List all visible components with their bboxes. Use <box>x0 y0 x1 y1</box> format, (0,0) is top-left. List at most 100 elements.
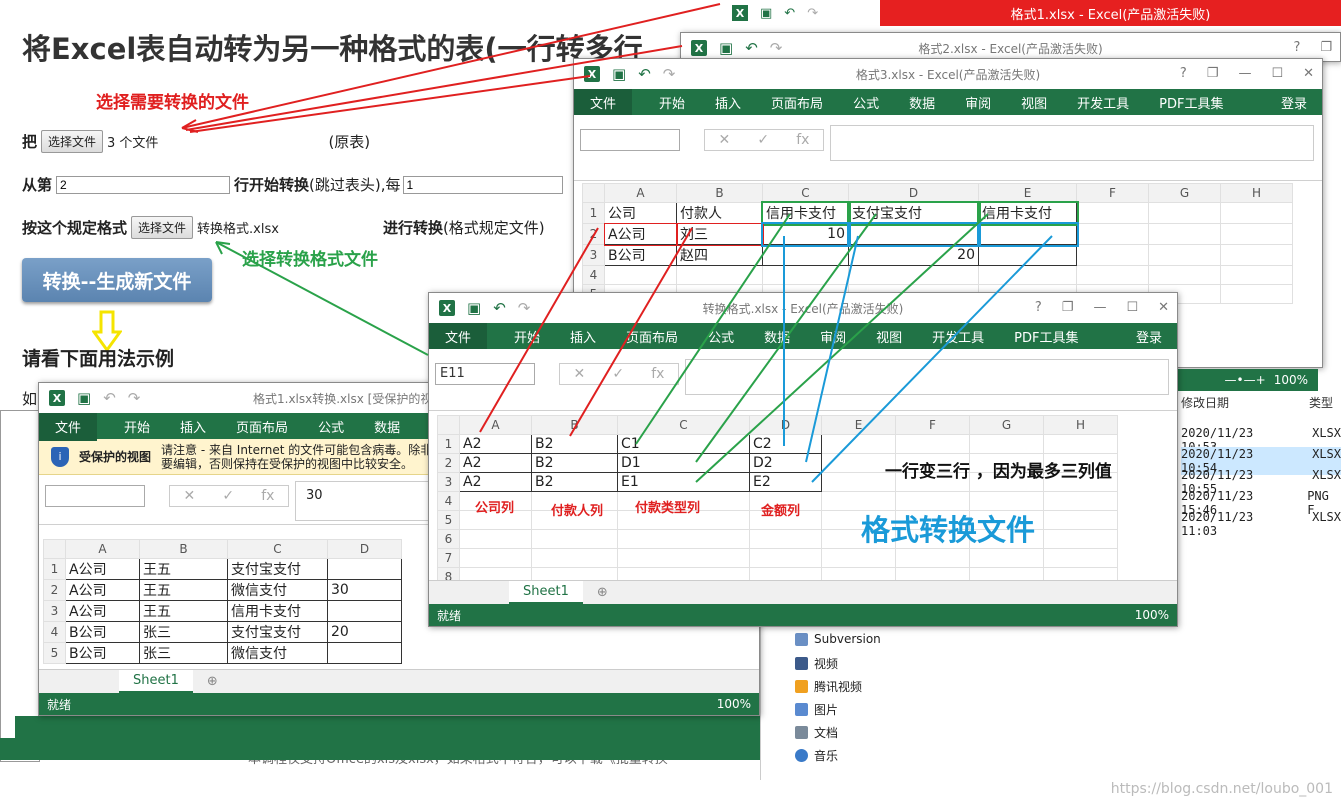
cell[interactable]: 赵四 <box>676 244 763 266</box>
nav-pictures[interactable]: 图片 <box>795 701 838 718</box>
cell[interactable]: 10 <box>760 221 851 247</box>
tab-data[interactable]: 数据 <box>764 327 790 346</box>
maximize-icon[interactable]: ☐ <box>1271 66 1283 81</box>
cell[interactable] <box>1076 244 1149 266</box>
cell[interactable] <box>1220 202 1293 224</box>
name-box[interactable] <box>45 485 145 507</box>
cell[interactable] <box>1076 223 1149 245</box>
tab-insert[interactable]: 插入 <box>715 93 741 112</box>
start-row-input[interactable] <box>56 175 231 194</box>
cell[interactable]: B2 <box>531 434 618 454</box>
tab-data[interactable]: 数据 <box>909 93 935 112</box>
restore-icon[interactable]: ❐ <box>1320 40 1332 55</box>
undo-icon[interactable]: ↶ <box>784 6 795 21</box>
row-header[interactable]: 3 <box>582 244 605 266</box>
nav-music[interactable]: 音乐 <box>795 747 838 764</box>
excel-window-format-spec[interactable]: X ▣ ↶ ↷ 转换格式.xlsx - Excel(产品激活失败) ? ❐ — ☐ ✕ … <box>428 292 1178 627</box>
row-header[interactable]: 6 <box>437 529 460 549</box>
cell[interactable] <box>327 600 402 622</box>
col-header[interactable]: E <box>821 415 896 435</box>
zoom-slider[interactable]: —•—+ <box>1225 373 1266 387</box>
cell[interactable]: B公司 <box>65 621 140 643</box>
tab-formulas[interactable]: 公式 <box>318 417 344 436</box>
rows-per-input[interactable] <box>402 175 563 194</box>
cell[interactable] <box>1220 244 1293 266</box>
cell[interactable] <box>1148 202 1221 224</box>
col-header[interactable]: D <box>749 415 822 435</box>
cell[interactable] <box>1148 244 1221 266</box>
tab-view[interactable]: 视图 <box>1021 93 1047 112</box>
col-header[interactable]: C <box>762 183 849 203</box>
cell[interactable]: D2 <box>749 453 822 473</box>
cell[interactable] <box>327 558 402 580</box>
cell[interactable]: 20 <box>327 621 402 643</box>
col-header[interactable]: C <box>227 539 328 559</box>
minimize-icon[interactable]: — <box>1238 66 1251 81</box>
row-header[interactable]: 1 <box>43 558 66 580</box>
tab-view[interactable]: 视图 <box>876 327 902 346</box>
cell[interactable]: A公司 <box>65 600 140 622</box>
col-header[interactable]: A <box>65 539 140 559</box>
row-header[interactable]: 7 <box>437 548 460 568</box>
tab-pdf-tools[interactable]: PDF工具集 <box>1014 327 1078 346</box>
row-header[interactable]: 3 <box>437 472 460 492</box>
cancel-icon[interactable]: ✕ <box>184 488 196 504</box>
col-header[interactable]: F <box>895 415 970 435</box>
col-header[interactable]: C <box>617 415 750 435</box>
tab-formulas[interactable]: 公式 <box>853 93 879 112</box>
redo-icon[interactable]: ↷ <box>518 299 531 317</box>
col-header[interactable]: D <box>848 183 979 203</box>
cell[interactable] <box>1076 202 1149 224</box>
cell[interactable]: 30 <box>327 579 402 601</box>
formula-bar[interactable] <box>830 125 1314 161</box>
cell[interactable]: 王五 <box>139 558 228 580</box>
col-header[interactable]: B <box>531 415 618 435</box>
choose-source-files-button[interactable]: 选择文件 <box>41 130 104 153</box>
cell[interactable]: 微信支付 <box>227 642 328 664</box>
cell[interactable]: A公司 <box>65 579 140 601</box>
cell[interactable]: A2 <box>459 434 532 454</box>
row-header[interactable]: 4 <box>582 265 605 285</box>
row-header[interactable]: 3 <box>43 600 66 622</box>
cell[interactable] <box>1148 223 1221 245</box>
save-icon[interactable]: ▣ <box>760 6 772 21</box>
save-icon[interactable]: ▣ <box>719 39 733 57</box>
cell[interactable]: 张三 <box>139 642 228 664</box>
cell[interactable]: 信用卡支付 <box>976 200 1079 226</box>
close-icon[interactable]: ✕ <box>1303 66 1314 81</box>
cell[interactable]: C1 <box>617 434 750 454</box>
tab-data[interactable]: 数据 <box>374 417 400 436</box>
col-header[interactable]: B <box>139 539 228 559</box>
cell[interactable] <box>846 221 981 247</box>
cell[interactable]: 支付宝支付 <box>227 558 328 580</box>
redo-icon[interactable]: ↷ <box>663 65 676 83</box>
convert-button[interactable]: 转换--生成新文件 <box>22 258 212 302</box>
tab-file[interactable]: 文件 <box>429 321 488 351</box>
col-header[interactable]: H <box>1220 183 1293 203</box>
redo-icon[interactable]: ↷ <box>807 6 818 21</box>
cell[interactable]: B2 <box>531 472 618 492</box>
cell[interactable]: 王五 <box>139 579 228 601</box>
col-header[interactable]: A <box>459 415 532 435</box>
cell[interactable]: 信用卡支付 <box>760 200 851 226</box>
cell[interactable] <box>978 244 1077 266</box>
row-header[interactable]: 1 <box>582 202 605 224</box>
undo-icon[interactable]: ↶ <box>493 299 506 317</box>
col-header[interactable]: D <box>327 539 402 559</box>
type-header[interactable]: 类型 <box>1309 394 1333 411</box>
nav-subversion[interactable]: Subversion <box>795 632 881 646</box>
cell[interactable]: 刘三 <box>675 222 764 246</box>
nav-tencent-video[interactable]: 腾讯视频 <box>795 678 862 695</box>
col-header[interactable]: A <box>604 183 677 203</box>
tab-review[interactable]: 审阅 <box>965 93 991 112</box>
maximize-icon[interactable]: ☐ <box>1126 300 1138 315</box>
add-sheet-icon[interactable]: ⊕ <box>207 674 218 689</box>
minimize-icon[interactable]: — <box>1093 300 1106 315</box>
row-header[interactable]: 5 <box>43 642 66 664</box>
fx-icon[interactable]: fx <box>261 488 274 504</box>
row-header[interactable]: 4 <box>43 621 66 643</box>
cell[interactable]: 20 <box>848 244 979 266</box>
cell[interactable] <box>762 244 849 266</box>
cell[interactable]: 支付宝支付 <box>846 200 981 226</box>
cell[interactable]: B公司 <box>604 244 677 266</box>
